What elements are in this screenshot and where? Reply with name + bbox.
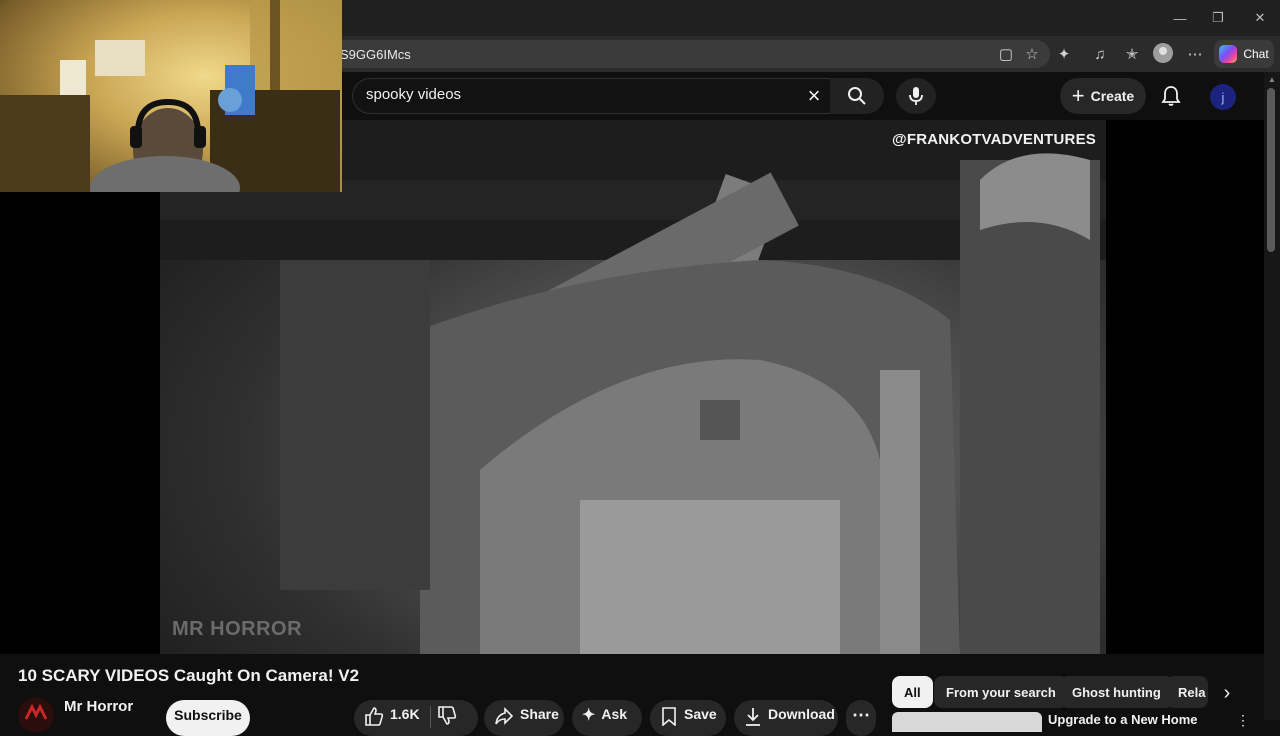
webcam-overlay [0,0,342,192]
copilot-chat-button[interactable]: Chat [1214,40,1274,68]
like-dislike-group: 1.6K [354,700,478,736]
download-icon [746,708,760,726]
channel-avatar[interactable] [18,697,54,733]
sparkle-icon: ✦ [582,707,596,724]
favorite-star-icon[interactable]: ☆ [1020,42,1044,66]
create-label: Create [1090,88,1135,104]
divider [429,706,431,728]
download-button[interactable]: Download [734,700,838,736]
share-button[interactable]: Share [484,700,564,736]
more-dots-icon: ⋯ [852,705,870,725]
recommendation-menu-icon[interactable]: ⋮ [1236,712,1250,729]
more-menu-icon[interactable]: ⋯ [1183,42,1207,66]
bell-icon [1161,86,1181,106]
video-watermark-brand: MR HORROR [172,618,303,640]
voice-search-button[interactable] [896,78,936,114]
video-player[interactable] [0,120,1264,654]
like-button[interactable]: 1.6K [364,706,420,726]
recommendation-thumbnail[interactable] [892,712,1042,732]
chip-ghost-hunting[interactable]: Ghost hunting [1060,676,1173,708]
video-scene-graveyard [160,120,1106,654]
dislike-button[interactable] [437,706,457,729]
close-window-icon[interactable]: ✕ [1240,6,1280,30]
restore-icon[interactable]: ❐ [1198,6,1238,30]
share-arrow-icon [495,707,514,725]
browser-profile-icon[interactable] [1153,43,1173,63]
scroll-up-icon[interactable]: ▲ [1264,72,1280,86]
subscribe-button[interactable]: Subscribe [166,700,250,736]
chip-all[interactable]: All [892,676,933,708]
copilot-label: Chat [1243,47,1269,61]
notifications-button[interactable] [1156,80,1186,112]
address-bar[interactable]: S9GG6IMcs [330,40,1050,68]
search-query-text: spooky videos [366,86,462,103]
chevron-right-icon: › [1223,681,1231,704]
clear-search-icon[interactable]: × [800,82,828,110]
account-avatar[interactable]: j [1210,84,1236,110]
thumbs-up-icon [365,707,384,726]
chip-from-your-search[interactable]: From your search [934,676,1068,708]
address-text: S9GG6IMcs [340,46,411,62]
extensions-icon[interactable]: ✦ [1052,42,1076,66]
more-actions-button[interactable]: ⋯ [846,700,876,736]
video-frame[interactable] [160,120,1106,654]
favorites-icon[interactable]: ✭ [1120,42,1144,66]
webcam-scene [0,0,342,192]
ask-button[interactable]: ✦ Ask [572,700,642,736]
search-icon [848,87,866,105]
avatar-letter: j [1221,89,1225,105]
media-control-icon[interactable]: ♫ [1088,42,1112,66]
video-watermark-handle: @FRANKOTVADVENTURES [892,131,1096,148]
video-title: 10 SCARY VIDEOS Caught On Camera! V2 [18,666,360,685]
channel-name[interactable]: Mr Horror [64,698,133,715]
scrollbar-thumb[interactable] [1267,88,1275,252]
chips-next-button[interactable]: › [1212,678,1242,708]
save-button[interactable]: Save [650,700,726,736]
thumbs-down-icon [437,706,456,725]
copilot-icon [1219,45,1238,63]
minimize-icon[interactable]: — [1160,6,1200,30]
app-available-icon[interactable]: ▢ [994,42,1018,66]
save-bookmark-icon [662,707,676,726]
channel-logo-icon [18,697,54,733]
subscribe-label: Subscribe [174,707,242,723]
chip-related[interactable]: Rela [1166,676,1208,708]
microphone-icon [909,87,923,105]
plus-icon: + [1071,83,1085,108]
create-button[interactable]: + Create [1060,78,1146,114]
search-button[interactable] [830,78,884,114]
